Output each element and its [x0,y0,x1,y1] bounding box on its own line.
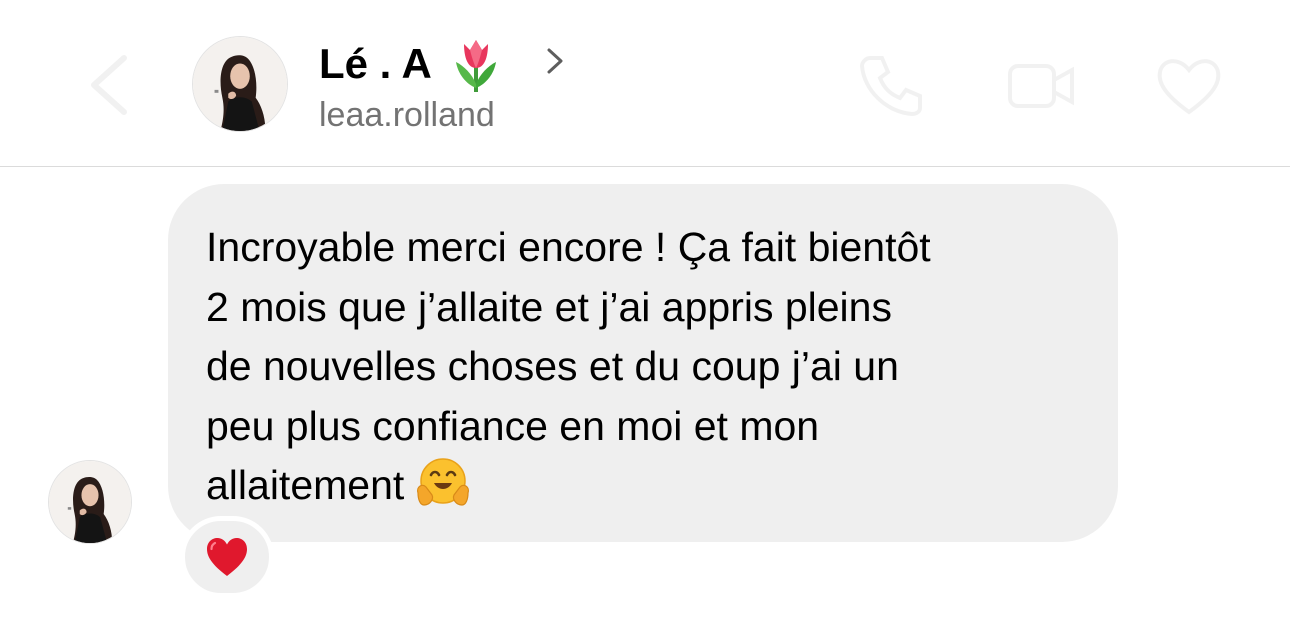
header-divider [0,166,1290,167]
contact-name[interactable]: Lé . A [319,36,502,92]
message-text: Incroyable merci encore ! Ça fait bientô… [206,218,1088,516]
hugging-face-icon [414,457,472,509]
heart-outline-icon[interactable] [1154,50,1224,120]
back-chevron-icon[interactable] [84,52,134,118]
phone-icon[interactable] [856,50,926,120]
red-heart-icon [205,536,249,578]
message-reaction[interactable] [180,516,274,598]
chat-header: Lé . A leaa.rolland [0,0,1290,166]
sender-avatar[interactable] [48,460,132,544]
contact-username[interactable]: leaa.rolland [319,96,495,135]
profile-chevron-icon[interactable] [543,46,567,76]
contact-name-text: Lé . A [319,40,432,87]
message-bubble[interactable]: Incroyable merci encore ! Ça fait bientô… [168,184,1118,542]
dm-thread-screen: Lé . A leaa.rolland Incroyable merci enc… [0,0,1290,636]
video-camera-icon[interactable] [1006,50,1076,120]
tulip-icon [450,36,502,92]
contact-avatar[interactable] [192,36,288,132]
message-body: Incroyable merci encore ! Ça fait bientô… [206,224,931,508]
